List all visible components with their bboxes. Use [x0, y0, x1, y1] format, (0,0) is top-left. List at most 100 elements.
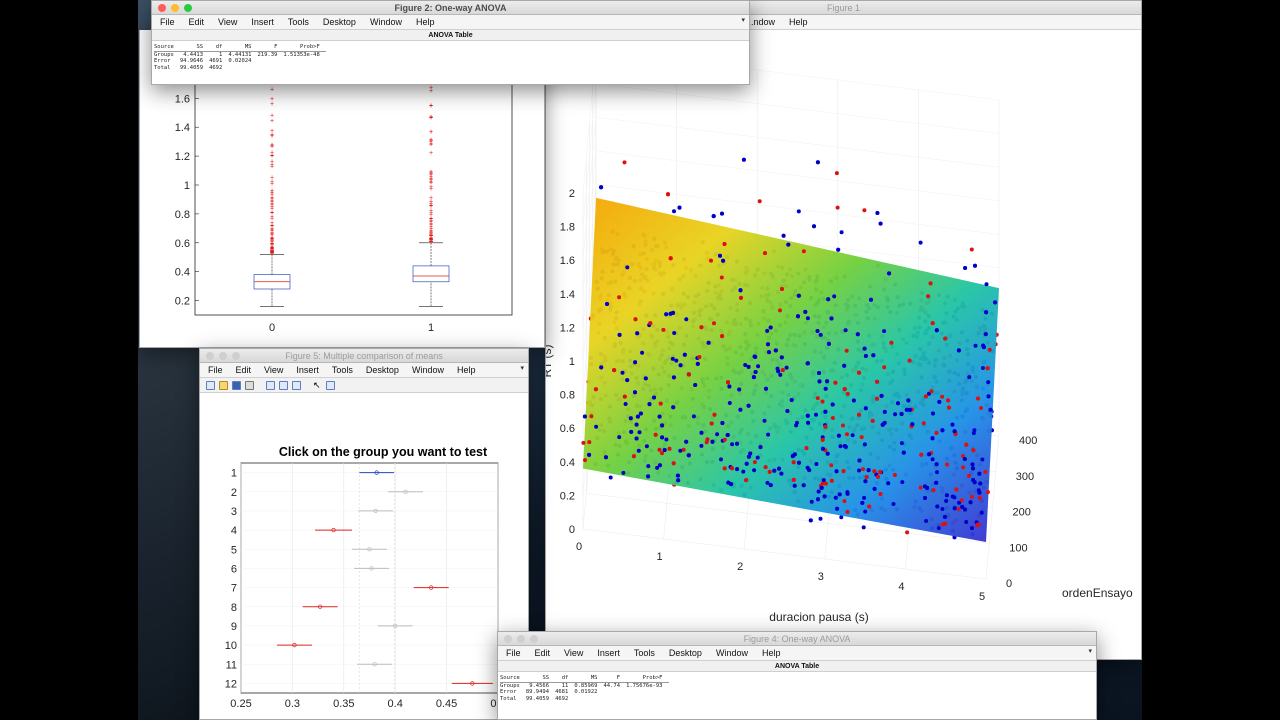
data-point-blue — [620, 370, 625, 375]
y-tick-label: 1.4 — [175, 122, 190, 134]
data-point-red — [820, 437, 825, 442]
data-point-red — [830, 416, 835, 420]
data-point-blue — [882, 409, 887, 414]
menu-file[interactable]: File — [160, 17, 175, 27]
menu-desktop[interactable]: Desktop — [323, 17, 356, 27]
menu-desktop[interactable]: Desktop — [366, 365, 399, 375]
data-point-red — [589, 414, 594, 419]
property-editor-icon[interactable] — [326, 380, 335, 390]
data-point-red — [977, 496, 982, 500]
menu-tools[interactable]: Tools — [288, 17, 309, 27]
menu-insert[interactable]: Insert — [251, 17, 274, 27]
menu-view[interactable]: View — [264, 365, 283, 375]
data-point-blue — [646, 474, 651, 479]
data-point-blue — [968, 500, 973, 505]
data-point-blue — [796, 293, 801, 298]
menu-edit[interactable]: Edit — [535, 648, 551, 658]
data-point-blue — [937, 399, 942, 404]
menu-overflow-icon[interactable]: ▾ — [741, 16, 745, 24]
menu-window[interactable]: Window — [716, 648, 748, 658]
menu-help[interactable]: Help — [789, 17, 808, 27]
data-point-blue — [765, 328, 770, 333]
anova-header-cell: MS — [574, 675, 604, 683]
menu-file[interactable]: File — [208, 365, 223, 375]
data-point-blue — [950, 422, 955, 427]
y-tick-label: 2 — [231, 487, 237, 499]
data-point-blue — [836, 433, 841, 438]
data-point-blue — [608, 475, 613, 480]
data-point-red — [720, 334, 725, 339]
y-tick-label: 1 — [184, 180, 190, 192]
menu-edit[interactable]: Edit — [236, 365, 252, 375]
menu-help[interactable]: Help — [416, 17, 435, 27]
anova-cell — [258, 65, 284, 72]
data-point-blue — [637, 430, 642, 435]
data-point-red — [757, 199, 762, 204]
data-point-blue — [906, 398, 911, 403]
figure5-titlebar[interactable]: Figure 5: Multiple comparison of means — [200, 349, 528, 363]
data-point-blue — [647, 402, 652, 407]
x-tick-label: 3 — [818, 571, 824, 583]
data-point-red — [959, 498, 964, 503]
outlier-marker: + — [429, 150, 433, 157]
menu-help[interactable]: Help — [457, 365, 476, 375]
data-point-blue — [776, 369, 781, 374]
data-point-blue — [623, 402, 628, 406]
data-point-blue — [973, 343, 978, 348]
anova-header-cell: df — [209, 44, 229, 52]
menu-edit[interactable]: Edit — [189, 17, 205, 27]
data-point-blue — [691, 414, 696, 419]
anova-table-grid: Source SS df MS F Prob>F Groups 4.4413 1 4.44131 2… — [154, 44, 326, 71]
link-plot-icon[interactable] — [266, 380, 275, 390]
data-point-red — [987, 347, 992, 352]
menu-view[interactable]: View — [218, 17, 237, 27]
save-icon[interactable] — [232, 380, 241, 390]
data-point-blue — [768, 325, 773, 330]
figure4-titlebar[interactable]: Figure 4: One-way ANOVA — [498, 632, 1096, 646]
anova-cell: 1.51353e-48 — [283, 51, 320, 58]
print-icon[interactable] — [245, 380, 254, 390]
menu-desktop[interactable]: Desktop — [669, 648, 702, 658]
menu-overflow-icon[interactable]: ▾ — [1088, 647, 1092, 655]
data-point-red — [583, 458, 587, 463]
data-point-red — [801, 249, 806, 254]
menu-tools[interactable]: Tools — [634, 648, 655, 658]
grid-z-level — [582, 83, 1000, 227]
menu-tools[interactable]: Tools — [332, 365, 353, 375]
new-figure-icon[interactable] — [206, 380, 215, 390]
menu-insert[interactable]: Insert — [597, 648, 620, 658]
insert-legend-icon[interactable] — [292, 380, 301, 390]
insert-colorbar-icon[interactable] — [279, 380, 288, 390]
data-point-blue — [671, 375, 676, 380]
menu-insert[interactable]: Insert — [296, 365, 319, 375]
menu-window[interactable]: Window — [412, 365, 444, 375]
data-point-blue — [901, 450, 906, 455]
menu-view[interactable]: View — [564, 648, 583, 658]
scatter3d-plot[interactable]: 0 0.2 0.4 0.6 0.8 1 1.2 1.4 1.6 1.8 2 RT (s) 0 1 2 3 4 5 d… — [546, 31, 1142, 660]
figure2-titlebar[interactable]: Figure 2: One-way ANOVA — [152, 1, 749, 15]
multiple-comparison-chart[interactable]: Click on the group you want to test 0.25 0… — [200, 393, 529, 719]
data-point-red — [804, 446, 809, 451]
data-point-blue — [971, 478, 976, 482]
data-point-blue — [643, 376, 648, 381]
data-point-red — [946, 398, 951, 403]
data-point-blue — [872, 486, 877, 491]
anova-table-title: ANOVA Table — [152, 30, 749, 41]
data-point-blue — [935, 470, 939, 475]
data-point-blue — [720, 421, 725, 425]
menu-window[interactable]: ...ndow — [746, 17, 775, 27]
menu-file[interactable]: File — [506, 648, 521, 658]
figure2-menubar: File Edit View Insert Tools Desktop Wind… — [152, 15, 749, 30]
data-point-blue — [699, 430, 704, 435]
pointer-icon[interactable]: ↖ — [313, 380, 322, 390]
menu-help[interactable]: Help — [762, 648, 781, 658]
data-point-red — [983, 470, 988, 474]
open-file-icon[interactable] — [219, 380, 228, 390]
menu-window[interactable]: Window — [370, 17, 402, 27]
data-point-blue — [940, 507, 945, 511]
data-point-blue — [910, 422, 915, 427]
data-point-blue — [638, 411, 643, 416]
data-point-blue — [980, 366, 985, 370]
menu-overflow-icon[interactable]: ▾ — [520, 364, 524, 372]
data-point-blue — [980, 457, 985, 462]
